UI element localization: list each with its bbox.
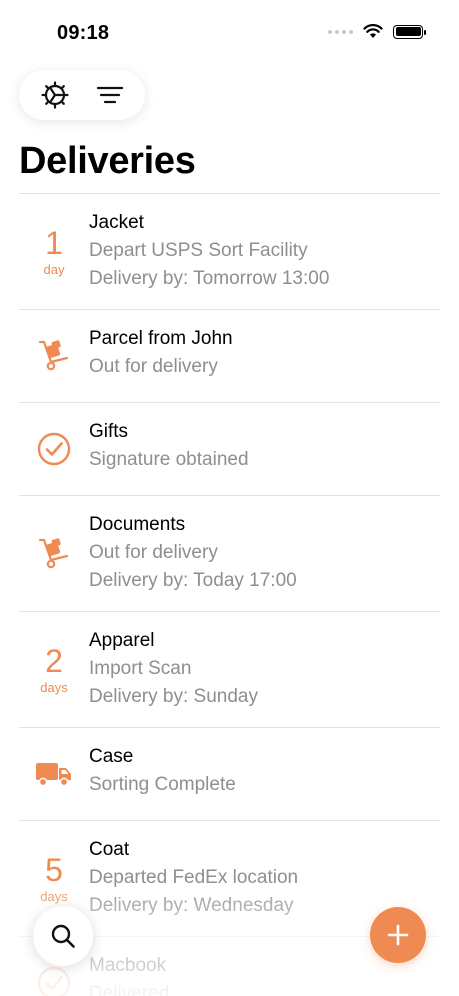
days-count: 5 [45,851,63,888]
delivery-eta: Delivery by: Sunday [89,686,258,707]
add-delivery-button[interactable] [370,907,426,963]
status-bar: 09:18 [0,0,459,60]
delivery-title: Coat [89,839,130,860]
signal-icon [328,29,353,34]
delivery-row-parcel-from-john[interactable]: Parcel from John Out for delivery [19,309,440,402]
delivery-title: Apparel [89,630,155,651]
delivery-title: Documents [89,514,186,535]
wifi-icon [363,24,383,38]
delivery-status: Import Scan [89,658,192,679]
check-circle-icon [37,432,71,466]
filter-button[interactable] [90,75,130,115]
search-button[interactable] [33,906,93,966]
delivery-row-case[interactable]: Case Sorting Complete [19,727,440,820]
truck-icon [36,763,71,787]
settings-button[interactable] [35,75,75,115]
search-icon [51,924,75,948]
check-circle-icon [37,966,71,996]
top-toolbar [19,70,145,120]
delivery-status: Departed FedEx location [89,867,299,888]
status-icons [328,24,426,39]
delivery-status: Delivered [89,983,170,996]
plus-icon [387,924,409,946]
delivery-title: Gifts [89,421,129,442]
days-unit: days [40,888,68,904]
days-unit: days [40,679,68,695]
delivery-title: Case [89,746,134,767]
delivery-status: Depart USPS Sort Facility [89,240,308,261]
delivery-title: Parcel from John [89,328,233,349]
deliveries-list: 1 day Jacket Depart USPS Sort Facility D… [19,193,440,996]
page-title: Deliveries [19,140,196,182]
delivery-status: Sorting Complete [89,774,236,795]
delivery-status: Out for delivery [89,356,218,377]
hand-truck-icon [38,340,69,371]
days-count: 2 [45,642,63,679]
filter-lines-icon [96,86,123,104]
hand-truck-icon [38,537,69,568]
delivery-title: Jacket [89,212,144,233]
days-remaining: 2 days [19,612,89,727]
days-remaining: 1 day [19,194,89,309]
delivery-row-jacket[interactable]: 1 day Jacket Depart USPS Sort Facility D… [19,193,440,309]
delivery-row-documents[interactable]: Documents Out for delivery Delivery by: … [19,495,440,611]
delivery-eta: Delivery by: Tomorrow 13:00 [89,268,330,289]
status-time: 09:18 [57,22,110,44]
delivery-row-apparel[interactable]: 2 days Apparel Import Scan Delivery by: … [19,611,440,727]
delivery-status: Signature obtained [89,449,249,470]
days-unit: day [43,261,65,277]
delivery-eta: Delivery by: Today 17:00 [89,570,297,591]
battery-icon [393,24,426,39]
delivery-status: Out for delivery [89,542,218,563]
days-count: 1 [45,224,63,261]
delivery-row-gifts[interactable]: Gifts Signature obtained [19,402,440,495]
gear-icon [40,81,69,109]
